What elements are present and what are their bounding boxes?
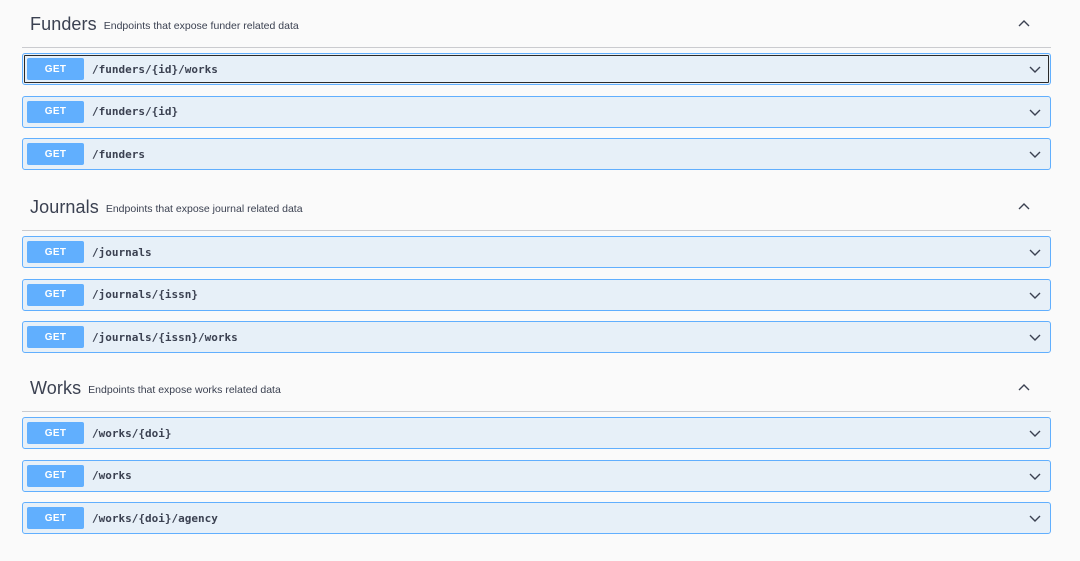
chevron-down-icon[interactable] [1028,289,1042,301]
endpoint-path: /journals/{issn}/works [92,330,238,344]
section-header-funders[interactable]: Funders Endpoints that expose funder rel… [22,2,1051,48]
method-badge: GET [27,241,84,263]
operation-row[interactable]: GET /funders/{id}/works [22,53,1051,85]
method-badge: GET [27,143,84,166]
endpoint-path: /works/{doi}/agency [92,511,218,525]
section-title: Works [30,378,82,398]
operation-row[interactable]: GET /funders [22,138,1051,171]
section-description: Endpoints that expose funder related dat… [103,19,299,32]
operation-row[interactable]: GET /journals [22,236,1051,268]
chevron-down-icon[interactable] [1028,148,1042,160]
chevron-up-icon[interactable] [1017,18,1031,30]
operation-row[interactable]: GET /funders/{id} [22,95,1051,128]
endpoint-path: /funders [92,147,145,161]
chevron-down-icon[interactable] [1028,470,1042,482]
endpoint-path: /funders/{id}/works [92,62,218,76]
section-title: Funders [30,14,97,34]
method-badge: GET [27,283,84,306]
section-header-journals[interactable]: Journals Endpoints that expose journal r… [22,185,1051,231]
chevron-down-icon[interactable] [1028,246,1042,258]
section-funders: Funders Endpoints that expose funder rel… [22,2,1051,181]
api-docs-page: Funders Endpoints that expose funder rel… [0,0,1080,561]
endpoint-path: /funders/{id} [92,105,179,119]
section-description: Endpoints that expose works related data [88,383,281,396]
method-badge: GET [27,464,84,487]
section-header-works[interactable]: Works Endpoints that expose works relate… [22,366,1051,412]
endpoint-path: /works/{doi} [92,426,172,440]
section-description: Endpoints that expose journal related da… [105,202,303,215]
chevron-down-icon[interactable] [1028,63,1042,75]
endpoint-path: /journals [92,245,152,259]
operation-row[interactable]: GET /works/{doi} [22,417,1051,449]
method-badge: GET [27,507,84,530]
section-title: Journals [30,197,99,217]
section-works: Works Endpoints that expose works relate… [22,366,1051,545]
endpoint-path: /works [92,469,132,483]
chevron-up-icon[interactable] [1017,382,1031,394]
chevron-down-icon[interactable] [1028,106,1042,118]
operation-row[interactable]: GET /works [22,459,1051,492]
chevron-down-icon[interactable] [1028,331,1042,343]
chevron-down-icon[interactable] [1028,512,1042,524]
section-journals: Journals Endpoints that expose journal r… [22,185,1051,364]
endpoint-path: /journals/{issn} [92,288,198,302]
operation-row[interactable]: GET /journals/{issn} [22,278,1051,311]
method-badge: GET [27,422,84,444]
operation-row[interactable]: GET /journals/{issn}/works [22,321,1051,354]
operation-row[interactable]: GET /works/{doi}/agency [22,502,1051,535]
method-badge: GET [27,58,84,80]
method-badge: GET [27,100,84,123]
chevron-down-icon[interactable] [1028,427,1042,439]
chevron-up-icon[interactable] [1017,201,1031,213]
method-badge: GET [27,326,84,349]
